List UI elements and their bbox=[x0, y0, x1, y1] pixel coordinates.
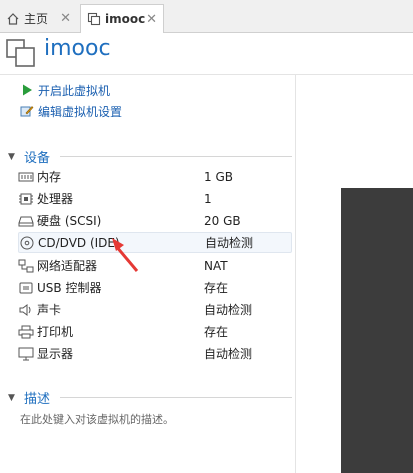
devices-section-label: 设备 bbox=[24, 151, 51, 166]
page-title: imooc bbox=[44, 36, 111, 61]
tab-imooc[interactable]: imooc ✕ bbox=[80, 4, 164, 33]
tab-home-label: 主页 bbox=[24, 12, 49, 26]
home-icon bbox=[7, 12, 19, 25]
devices-section-header[interactable]: ▼ 设备 bbox=[8, 147, 50, 166]
device-value: 1 GB bbox=[204, 169, 233, 184]
vm-icon bbox=[6, 39, 35, 67]
device-name: 打印机 bbox=[37, 325, 74, 339]
device-value: 存在 bbox=[204, 325, 229, 339]
device-name: 显示器 bbox=[37, 347, 74, 361]
device-value: 自动检测 bbox=[204, 347, 253, 361]
device-row-processor[interactable]: 处理器 1 bbox=[18, 188, 292, 209]
edit-settings-icon bbox=[20, 106, 34, 117]
printer-icon bbox=[18, 325, 34, 338]
cd-dvd-icon bbox=[20, 236, 34, 249]
device-row-memory[interactable]: 内存 1 GB bbox=[18, 166, 292, 187]
vm-tab-icon bbox=[87, 12, 101, 26]
device-value: 自动检测 bbox=[204, 303, 253, 317]
memory-icon bbox=[18, 172, 34, 181]
device-row-cd-dvd[interactable]: CD/DVD (IDE) 自动检测 bbox=[18, 232, 292, 253]
edit-settings-link[interactable]: 编辑虚拟机设置 bbox=[20, 102, 122, 120]
device-name: 内存 bbox=[37, 170, 62, 184]
tab-imooc-label: imooc bbox=[105, 12, 146, 26]
device-value: NAT bbox=[204, 258, 228, 273]
device-row-usb[interactable]: USB 控制器 存在 bbox=[18, 277, 292, 298]
collapse-triangle-icon[interactable]: ▼ bbox=[8, 393, 18, 403]
display-icon bbox=[18, 347, 34, 360]
description-section-header[interactable]: ▼ 描述 bbox=[8, 388, 50, 407]
vm-header: imooc bbox=[0, 34, 413, 74]
section-divider bbox=[60, 156, 292, 157]
close-icon[interactable]: ✕ bbox=[60, 11, 71, 26]
annotation-arrow bbox=[112, 238, 139, 272]
description-field[interactable]: 在此处键入对该虚拟机的描述。 bbox=[20, 411, 174, 427]
edit-settings-label: 编辑虚拟机设置 bbox=[38, 104, 123, 119]
processor-icon bbox=[19, 193, 33, 204]
device-row-printer[interactable]: 打印机 存在 bbox=[18, 321, 292, 342]
device-row-hard-disk[interactable]: 硬盘 (SCSI) 20 GB bbox=[18, 210, 292, 231]
header-divider bbox=[0, 74, 413, 75]
close-icon[interactable]: ✕ bbox=[146, 12, 157, 27]
device-name: 声卡 bbox=[37, 303, 62, 317]
sound-card-icon bbox=[19, 303, 31, 316]
device-name: 处理器 bbox=[37, 192, 74, 206]
tab-home[interactable]: 主页 ✕ bbox=[0, 4, 77, 33]
device-value: 存在 bbox=[204, 281, 229, 295]
hard-disk-icon bbox=[18, 216, 34, 226]
device-row-network[interactable]: 网络适配器 NAT bbox=[18, 255, 292, 276]
vm-preview-screen[interactable] bbox=[341, 188, 413, 473]
description-section-label: 描述 bbox=[24, 392, 51, 407]
device-row-display[interactable]: 显示器 自动检测 bbox=[18, 343, 292, 364]
device-value: 20 GB bbox=[204, 213, 241, 228]
usb-icon bbox=[19, 282, 33, 293]
device-value: 自动检测 bbox=[205, 236, 254, 250]
network-adapter-icon bbox=[18, 259, 34, 272]
section-divider bbox=[60, 397, 292, 398]
power-on-link[interactable]: 开启此虚拟机 bbox=[20, 81, 110, 99]
device-name: USB 控制器 bbox=[37, 281, 102, 295]
collapse-triangle-icon[interactable]: ▼ bbox=[8, 152, 18, 162]
device-value: 1 bbox=[204, 191, 212, 206]
play-icon bbox=[23, 84, 32, 96]
panel-divider bbox=[295, 75, 296, 473]
power-on-label: 开启此虚拟机 bbox=[38, 83, 111, 98]
device-name: 硬盘 (SCSI) bbox=[37, 214, 102, 228]
tab-bar: 主页 ✕ imooc ✕ bbox=[0, 0, 413, 33]
device-row-sound[interactable]: 声卡 自动检测 bbox=[18, 299, 292, 320]
